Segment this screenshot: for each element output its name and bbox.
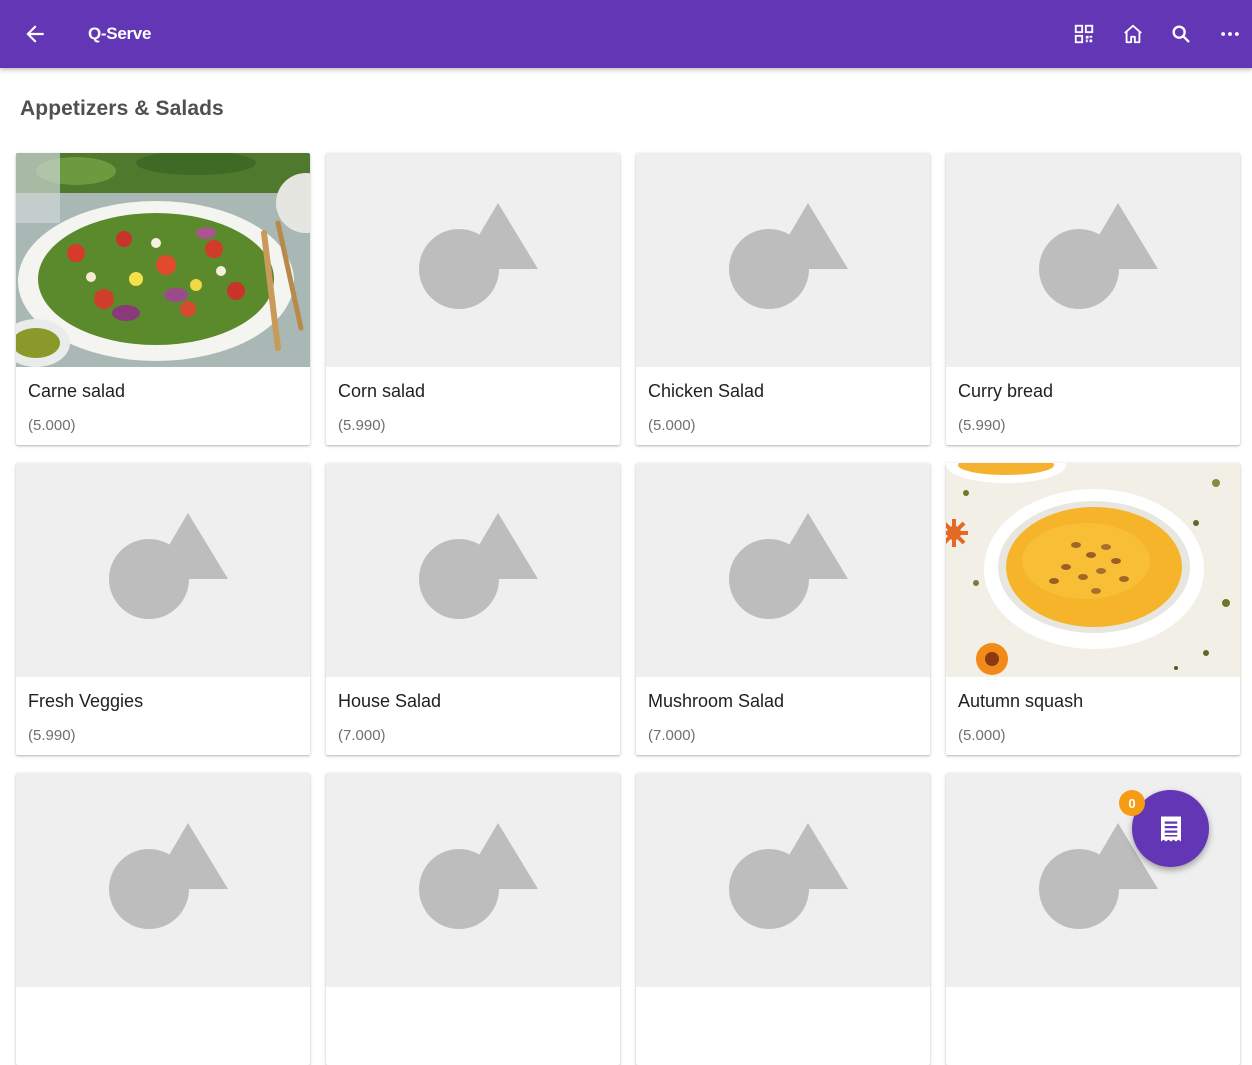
soup-photo: [946, 463, 1240, 677]
cart-count-badge: 0: [1119, 790, 1145, 816]
menu-item-card[interactable]: Carne salad (5.000): [16, 153, 310, 445]
item-price: (5.000): [28, 417, 76, 434]
item-image: [946, 153, 1240, 367]
image-placeholder-icon: [1039, 203, 1158, 309]
menu-item-card[interactable]: Curry bread (5.990): [946, 153, 1240, 445]
home-button[interactable]: [1116, 17, 1150, 51]
image-placeholder-icon: [729, 203, 848, 309]
menu-item-card[interactable]: House Salad (7.000): [326, 463, 620, 755]
home-icon: [1124, 24, 1142, 44]
image-placeholder-icon: [419, 513, 538, 619]
item-name: Fresh Veggies: [28, 691, 144, 711]
menu-item-card[interactable]: Corn salad (5.990): [326, 153, 620, 445]
section-title: Appetizers & Salads: [20, 97, 224, 120]
item-image: [326, 153, 620, 367]
item-image: [16, 773, 310, 987]
item-image: [326, 463, 620, 677]
menu-item-card[interactable]: [16, 773, 310, 1065]
menu-item-card[interactable]: Fresh Veggies (5.990): [16, 463, 310, 755]
image-placeholder-icon: [729, 823, 848, 929]
menu-item-card[interactable]: Mushroom Salad (7.000): [636, 463, 930, 755]
item-price: (7.000): [338, 727, 386, 744]
more-options-button[interactable]: [1213, 17, 1247, 51]
image-placeholder-icon: [419, 203, 538, 309]
item-price: (5.000): [648, 417, 696, 434]
item-price: (5.990): [958, 417, 1006, 434]
qr-code-button[interactable]: [1067, 17, 1101, 51]
image-placeholder-icon: [729, 513, 848, 619]
item-image: [636, 773, 930, 987]
item-image: [636, 463, 930, 677]
app-bar: Q-Serve: [0, 0, 1252, 68]
salad-photo: [16, 153, 310, 367]
item-name: Carne salad: [28, 381, 126, 401]
item-price: (7.000): [648, 727, 696, 744]
item-image: [636, 153, 930, 367]
item-name: Corn salad: [338, 381, 426, 401]
item-image: [326, 773, 620, 987]
item-image: [16, 153, 310, 367]
image-placeholder-icon: [419, 823, 538, 929]
item-name: Autumn squash: [958, 691, 1084, 711]
item-name: Mushroom Salad: [648, 691, 785, 711]
arrow-back-icon: [26, 25, 44, 43]
search-icon: [1172, 25, 1190, 43]
receipt-icon: [1160, 816, 1181, 841]
menu-item-card[interactable]: [326, 773, 620, 1065]
menu-item-card[interactable]: Autumn squash (5.000): [946, 463, 1240, 755]
item-image: [16, 463, 310, 677]
menu-item-card[interactable]: Chicken Salad (5.000): [636, 153, 930, 445]
search-button[interactable]: [1164, 17, 1198, 51]
qr-code-icon: [1074, 24, 1094, 44]
item-name: Curry bread: [958, 381, 1054, 401]
more-icon: [1221, 32, 1239, 36]
item-name: Chicken Salad: [648, 381, 765, 401]
item-price: (5.990): [338, 417, 386, 434]
back-button[interactable]: [18, 17, 52, 51]
image-placeholder-icon: [109, 823, 228, 929]
app-title: Q-Serve: [88, 24, 152, 43]
item-name: House Salad: [338, 691, 442, 711]
image-placeholder-icon: [109, 513, 228, 619]
item-image: [946, 463, 1240, 677]
item-price: (5.000): [958, 727, 1006, 744]
menu-item-card[interactable]: [636, 773, 930, 1065]
item-price: (5.990): [28, 727, 76, 744]
